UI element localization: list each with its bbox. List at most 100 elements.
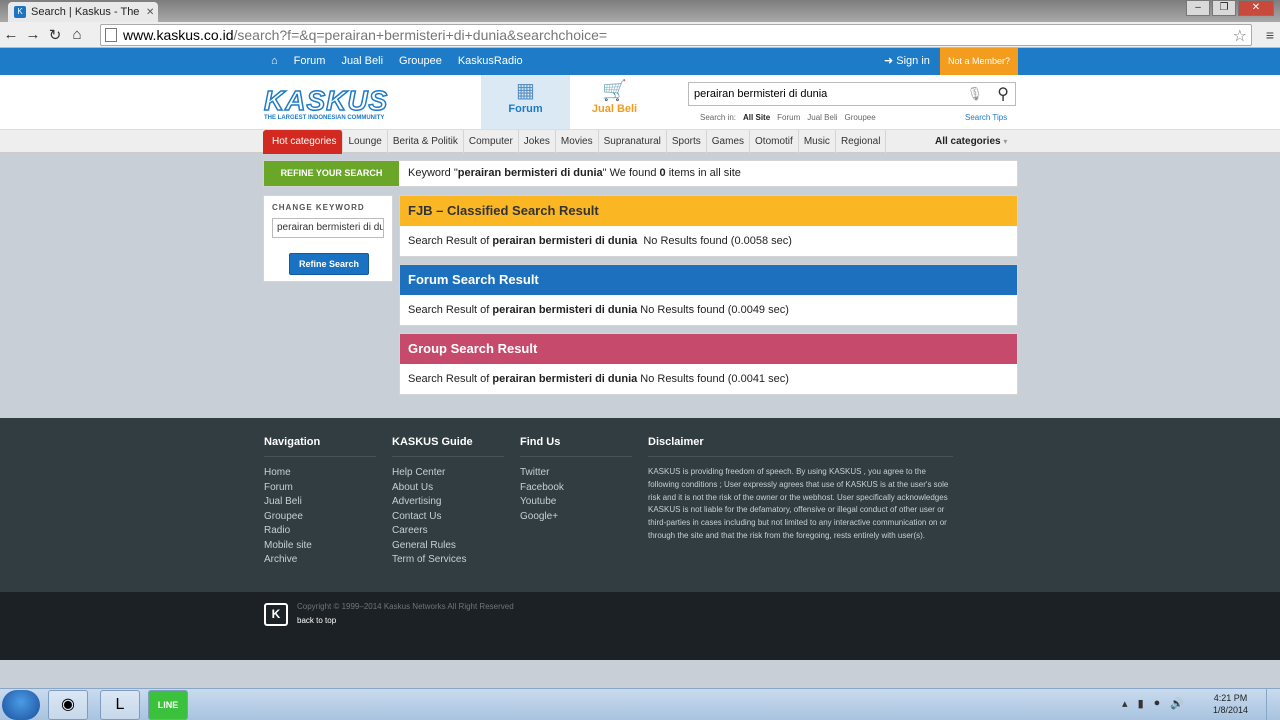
search-in-forum[interactable]: Forum — [777, 113, 800, 122]
footer-link-youtube[interactable]: Youtube — [520, 495, 632, 510]
footer-link-rules[interactable]: General Rules — [392, 539, 504, 554]
category-hot[interactable]: Hot categories — [263, 130, 344, 154]
show-desktop-button[interactable] — [1266, 689, 1280, 720]
browser-menu-icon[interactable]: ≡ — [1266, 27, 1274, 43]
footer-link-mobile[interactable]: Mobile site — [264, 539, 376, 554]
refine-search-button[interactable]: Refine Search — [289, 253, 369, 275]
window-controls: – ❐ ✕ — [1186, 0, 1274, 16]
all-categories-dropdown[interactable]: All categories ▾ — [926, 130, 1018, 153]
group-result-keyword: perairan bermisteri di dunia — [492, 373, 638, 385]
microphone-icon[interactable]: 🎙 — [966, 86, 983, 102]
category-regional[interactable]: Regional — [836, 130, 887, 154]
system-tray: ▴ ▮ ● 🔊 — [1122, 697, 1184, 710]
disclaimer-text: KASKUS is providing freedom of speech. B… — [648, 467, 949, 540]
footer-link-facebook[interactable]: Facebook — [520, 481, 632, 496]
bookmark-star-icon[interactable]: ☆ — [1233, 26, 1247, 46]
footer-bottom: K Copyright © 1999–2014 Kaskus Networks … — [0, 592, 1280, 660]
taskbar-clock[interactable]: 4:21 PM 1/8/2014 — [1213, 692, 1248, 716]
minimize-icon[interactable]: – — [1186, 0, 1210, 16]
url-path: /search?f=&q=perairan+bermisteri+di+duni… — [233, 27, 608, 43]
app-tray-icon[interactable]: ● — [1154, 697, 1161, 710]
category-movies[interactable]: Movies — [556, 130, 599, 154]
jualbeli-tab[interactable]: 🛒 Jual Beli — [570, 75, 659, 129]
fjb-result-keyword: perairan bermisteri di dunia — [492, 235, 638, 247]
windows-taskbar: ◉ L LINE ▴ ▮ ● 🔊 4:21 PM 1/8/2014 — [0, 688, 1280, 720]
forum-tab[interactable]: ▦ Forum — [481, 75, 570, 129]
group-result-panel: Group Search Result Search Result of per… — [399, 333, 1018, 395]
close-window-icon[interactable]: ✕ — [1238, 0, 1274, 16]
start-button-icon[interactable] — [2, 690, 40, 720]
footer-link-advertising[interactable]: Advertising — [392, 495, 504, 510]
topnav-jualbeli[interactable]: Jual Beli — [333, 48, 391, 75]
sign-in-link[interactable]: ➜ Sign in — [884, 48, 930, 75]
footer-link-twitter[interactable]: Twitter — [520, 466, 632, 481]
home-icon[interactable]: ⌂ — [66, 26, 88, 43]
footer-link-archive[interactable]: Archive — [264, 553, 376, 568]
forum-result-panel: Forum Search Result Search Result of per… — [399, 264, 1018, 326]
clock-date: 1/8/2014 — [1212, 705, 1248, 715]
kaskus-header: KASKUS THE LARGEST INDONESIAN COMMUNITY … — [0, 75, 1280, 129]
category-otomotif[interactable]: Otomotif — [750, 130, 799, 154]
volume-icon[interactable]: 🔊 — [1170, 697, 1184, 710]
search-icon[interactable]: ⚲ — [997, 84, 1009, 104]
forward-arrow-icon[interactable]: → — [22, 26, 44, 43]
search-in-groupee[interactable]: Groupee — [845, 113, 876, 122]
not-member-button[interactable]: Not a Member? — [940, 48, 1018, 75]
category-sports[interactable]: Sports — [667, 130, 707, 154]
group-result-prefix: Search Result of — [408, 373, 493, 385]
category-berita-politik[interactable]: Berita & Politik — [388, 130, 464, 154]
keyword-text: perairan bermisteri di dunia — [457, 167, 603, 179]
search-in-jualbeli[interactable]: Jual Beli — [807, 113, 837, 122]
tray-arrow-icon[interactable]: ▴ — [1122, 697, 1128, 710]
reload-icon[interactable]: ↻ — [44, 26, 66, 44]
footer-link-help[interactable]: Help Center — [392, 466, 504, 481]
footer-link-groupee[interactable]: Groupee — [264, 510, 376, 525]
footer-link-home[interactable]: Home — [264, 466, 376, 481]
topnav-forum[interactable]: Forum — [286, 48, 334, 75]
footer-link-forum[interactable]: Forum — [264, 481, 376, 496]
topnav-kaskusradio[interactable]: KaskusRadio — [450, 48, 531, 75]
keyword-input[interactable]: perairan bermisteri di dunia — [272, 218, 384, 238]
search-in-allsite[interactable]: All Site — [743, 113, 770, 122]
footer-link-googleplus[interactable]: Google+ — [520, 510, 632, 525]
search-input[interactable]: perairan bermisteri di dunia 🎙 ⚲ — [688, 82, 1016, 106]
footer-link-contact[interactable]: Contact Us — [392, 510, 504, 525]
category-jokes[interactable]: Jokes — [519, 130, 556, 154]
footer-link-about[interactable]: About Us — [392, 481, 504, 496]
footer-link-terms[interactable]: Term of Services — [392, 553, 504, 568]
maximize-icon[interactable]: ❐ — [1212, 0, 1236, 16]
lync-taskbar-icon[interactable]: L — [100, 690, 140, 720]
change-keyword-label: CHANGE KEYWORD — [272, 203, 365, 212]
page-background — [0, 660, 1280, 688]
search-tips-link[interactable]: Search Tips — [965, 113, 1007, 122]
footer-link-careers[interactable]: Careers — [392, 524, 504, 539]
tab-close-icon[interactable]: ✕ — [146, 7, 154, 18]
home-icon[interactable]: ⌂ — [263, 48, 286, 75]
line-taskbar-icon[interactable]: LINE — [148, 690, 188, 720]
footer-link-jualbeli[interactable]: Jual Beli — [264, 495, 376, 510]
topnav-groupee[interactable]: Groupee — [391, 48, 450, 75]
category-games[interactable]: Games — [707, 130, 751, 154]
category-music[interactable]: Music — [799, 130, 836, 154]
forum-result-keyword: perairan bermisteri di dunia — [492, 304, 638, 316]
fjb-result-status: No Results found (0.0058 sec) — [637, 235, 792, 247]
forum-result-text: Search Result of perairan bermisteri di … — [400, 295, 1017, 325]
kaskus-logo[interactable]: KASKUS THE LARGEST INDONESIAN COMMUNITY — [263, 86, 388, 121]
category-lounge[interactable]: Lounge — [343, 130, 388, 154]
kaskus-k-logo-icon[interactable]: K — [264, 603, 288, 626]
back-to-top-link[interactable]: back to top — [297, 616, 336, 625]
browser-tab[interactable]: K Search | Kaskus - The Larg ✕ — [8, 2, 158, 22]
footer: Navigation Home Forum Jual Beli Groupee … — [0, 418, 1280, 592]
sign-in-label: Sign in — [896, 55, 930, 67]
footer-link-radio[interactable]: Radio — [264, 524, 376, 539]
back-arrow-icon[interactable]: ← — [0, 26, 22, 43]
network-icon[interactable]: ▮ — [1138, 697, 1144, 710]
category-supranatural[interactable]: Supranatural — [599, 130, 667, 154]
search-in-options: Search in: All Site Forum Jual Beli Grou… — [700, 113, 876, 122]
address-bar[interactable]: www.kaskus.co.id/search?f=&q=perairan+be… — [100, 24, 1252, 46]
category-computer[interactable]: Computer — [464, 130, 519, 154]
footer-findus-title: Find Us — [520, 436, 632, 457]
change-keyword-panel: CHANGE KEYWORD perairan bermisteri di du… — [263, 195, 393, 282]
chrome-taskbar-icon[interactable]: ◉ — [48, 690, 88, 720]
refine-your-search-label: REFINE YOUR SEARCH — [264, 161, 399, 186]
